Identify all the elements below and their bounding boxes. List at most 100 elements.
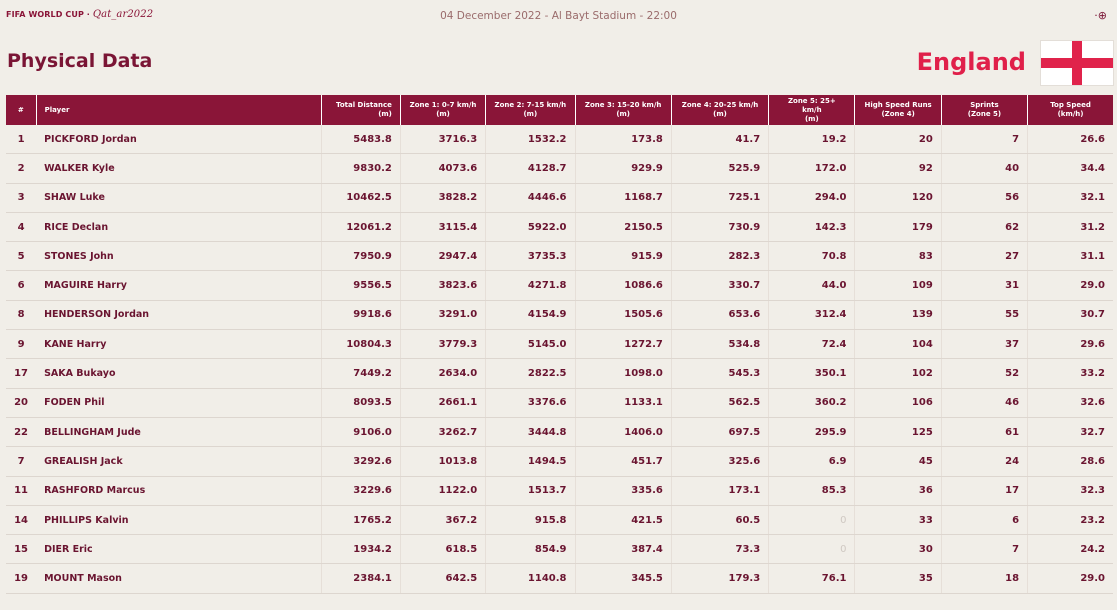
- stat-cell: 545.3: [671, 358, 770, 389]
- stat-cell: 3823.6: [400, 270, 487, 301]
- shirt-number: 20: [6, 388, 37, 418]
- stat-cell: 72.4: [768, 329, 856, 360]
- shirt-number: 3: [6, 183, 37, 213]
- stat-cell: 7449.2: [321, 358, 401, 389]
- shirt-number: 2: [6, 153, 37, 184]
- stat-cell: 854.9: [485, 534, 576, 565]
- stat-cell: 142.3: [768, 212, 856, 243]
- stat-cell: 1765.2: [321, 505, 401, 536]
- stat-cell: 56: [941, 183, 1029, 213]
- stat-cell: 46: [941, 388, 1029, 418]
- player-name: MOUNT Mason: [36, 563, 322, 594]
- stat-cell: 2634.0: [400, 358, 487, 389]
- column-header-unit: (m): [616, 110, 631, 118]
- stat-cell: 61: [941, 417, 1029, 448]
- stat-cell: 31.2: [1027, 212, 1113, 243]
- stat-cell: 325.6: [671, 446, 770, 477]
- stat-cell: 451.7: [575, 446, 672, 477]
- stat-cell: 29.0: [1027, 563, 1113, 594]
- column-header-label: Zone 3: 15-20 km/h: [584, 101, 662, 109]
- stat-cell: 282.3: [671, 241, 770, 272]
- stat-cell: 1086.6: [575, 270, 672, 301]
- stat-cell: 0: [768, 505, 856, 536]
- stat-cell: 12061.2: [321, 212, 401, 243]
- physical-data-table: # Player Total Distance (m) Zone 1: 0-7 km/h…: [6, 95, 1113, 594]
- stat-cell: 34.4: [1027, 153, 1113, 184]
- stat-cell: 20: [854, 125, 942, 155]
- stat-cell: 45: [854, 446, 942, 477]
- column-header-label: Player: [44, 105, 70, 114]
- stat-cell: 32.6: [1027, 388, 1113, 418]
- stat-cell: 2947.4: [400, 241, 487, 272]
- stat-cell: 1505.6: [575, 300, 672, 331]
- stat-cell: 1013.8: [400, 446, 487, 477]
- table-row: 6 MAGUIRE Harry 9556.5 3823.6 4271.8 1086.6 33…: [6, 270, 1113, 301]
- stat-cell: 102: [854, 358, 942, 389]
- stat-cell: 6: [941, 505, 1029, 536]
- top-bar: FIFA WORLD CUP · Qat_ar2022 04 December …: [0, 0, 1117, 34]
- stat-cell: 40: [941, 153, 1029, 184]
- stat-cell: 31: [941, 270, 1029, 301]
- stat-cell: 120: [854, 183, 942, 213]
- stat-cell: 179.3: [671, 563, 770, 594]
- stat-cell: 4446.6: [485, 183, 576, 213]
- stat-cell: 30: [854, 534, 942, 565]
- column-header-label: Zone 2: 7-15 km/h: [494, 101, 567, 109]
- column-header-label: High Speed Runs: [864, 101, 932, 109]
- player-name: HENDERSON Jordan: [36, 300, 322, 331]
- settings-icon[interactable]: ·⊕: [1094, 9, 1107, 22]
- table-row: 8 HENDERSON Jordan 9918.6 3291.0 4154.9 1505.…: [6, 300, 1113, 331]
- table-row: 20 FODEN Phil 8093.5 2661.1 3376.6 1133.1 562.…: [6, 388, 1113, 418]
- stat-cell: 4271.8: [485, 270, 576, 301]
- stat-cell: 3291.0: [400, 300, 487, 331]
- stat-cell: 3262.7: [400, 417, 487, 448]
- stat-cell: 28.6: [1027, 446, 1113, 477]
- column-header: Player: [36, 95, 322, 125]
- shirt-number: 15: [6, 534, 37, 565]
- stat-cell: 350.1: [768, 358, 856, 389]
- stat-cell: 9556.5: [321, 270, 401, 301]
- column-header: #: [6, 95, 37, 125]
- stat-cell: 37: [941, 329, 1029, 360]
- stat-cell: 421.5: [575, 505, 672, 536]
- column-header-label: Zone 4: 20-25 km/h: [681, 101, 759, 109]
- stat-cell: 9918.6: [321, 300, 401, 331]
- stat-cell: 104: [854, 329, 942, 360]
- stat-cell: 387.4: [575, 534, 672, 565]
- shirt-number: 17: [6, 358, 37, 389]
- stat-cell: 106: [854, 388, 942, 418]
- stat-cell: 3735.3: [485, 241, 576, 272]
- shirt-number: 1: [6, 125, 37, 155]
- stat-cell: 1140.8: [485, 563, 576, 594]
- stat-cell: 1513.7: [485, 476, 576, 506]
- stat-cell: 294.0: [768, 183, 856, 213]
- stat-cell: 62: [941, 212, 1029, 243]
- page-title: Physical Data: [7, 50, 153, 72]
- column-header-label: #: [17, 105, 24, 114]
- stat-cell: 929.9: [575, 153, 672, 184]
- player-name: PHILLIPS Kalvin: [36, 505, 322, 536]
- stat-cell: 139: [854, 300, 942, 331]
- player-name: BELLINGHAM Jude: [36, 417, 322, 448]
- stat-cell: 4128.7: [485, 153, 576, 184]
- table-row: 2 WALKER Kyle 9830.2 4073.6 4128.7 929.9 525.9…: [6, 153, 1113, 184]
- shirt-number: 6: [6, 270, 37, 301]
- shirt-number: 14: [6, 505, 37, 536]
- stat-cell: 2661.1: [400, 388, 487, 418]
- column-header-label: Total Distance: [336, 101, 392, 109]
- column-header-unit: (m): [378, 110, 392, 118]
- stat-cell: 3376.6: [485, 388, 576, 418]
- stat-cell: 32.7: [1027, 417, 1113, 448]
- stat-cell: 534.8: [671, 329, 770, 360]
- player-name: PICKFORD Jordan: [36, 125, 322, 155]
- stat-cell: 2384.1: [321, 563, 401, 594]
- stat-cell: 5922.0: [485, 212, 576, 243]
- table-row: 14 PHILLIPS Kalvin 1765.2 367.2 915.8 421.5 60…: [6, 505, 1113, 536]
- shirt-number: 19: [6, 563, 37, 594]
- table-header-row: # Player Total Distance (m) Zone 1: 0-7 km/h…: [6, 95, 1113, 125]
- table-row: 9 KANE Harry 10804.3 3779.3 5145.0 1272.7 534.…: [6, 329, 1113, 360]
- shirt-number: 9: [6, 329, 37, 360]
- stat-cell: 23.2: [1027, 505, 1113, 536]
- column-header: Total Distance (m): [321, 95, 401, 125]
- column-header-unit: (m): [436, 110, 450, 118]
